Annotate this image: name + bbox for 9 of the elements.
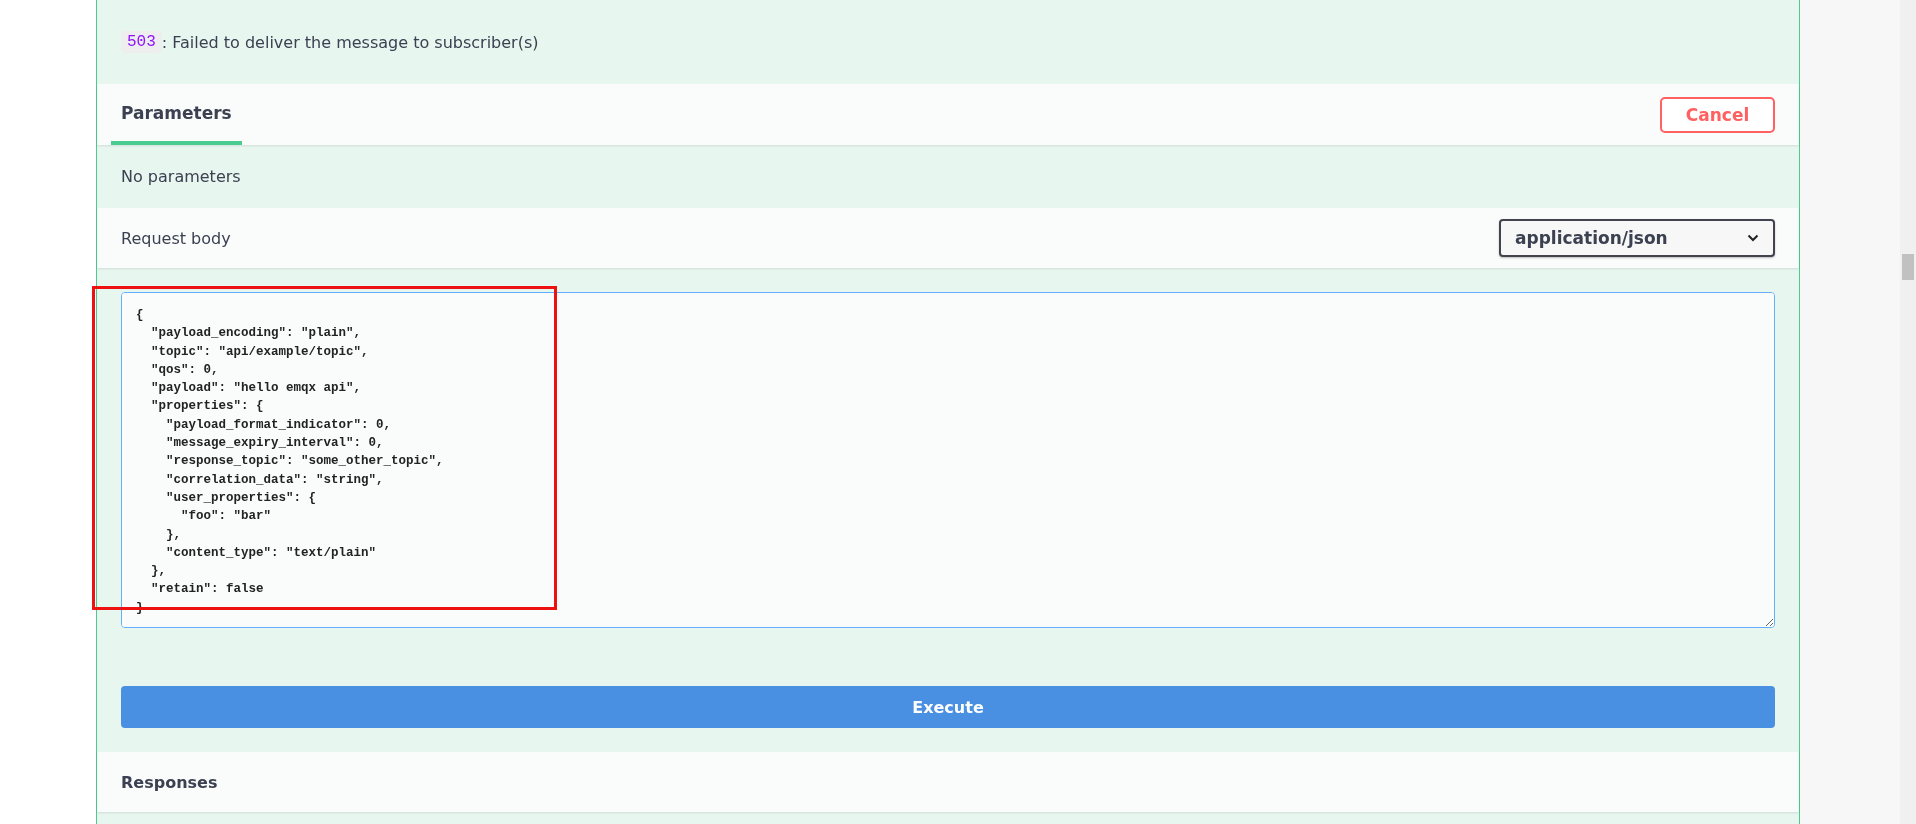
response-description: : Failed to deliver the message to subscriber(s) [161,32,539,52]
chevron-down-icon [1747,234,1759,242]
no-parameters-text: No parameters [121,167,241,186]
content-type-dropdown[interactable]: application/json [1499,219,1775,257]
scrollbar[interactable] [1900,0,1916,824]
status-code: 503 [121,31,162,53]
parameters-tab[interactable]: Parameters [111,84,242,145]
request-body-label: Request body [121,228,231,248]
responses-title: Responses [121,772,218,792]
